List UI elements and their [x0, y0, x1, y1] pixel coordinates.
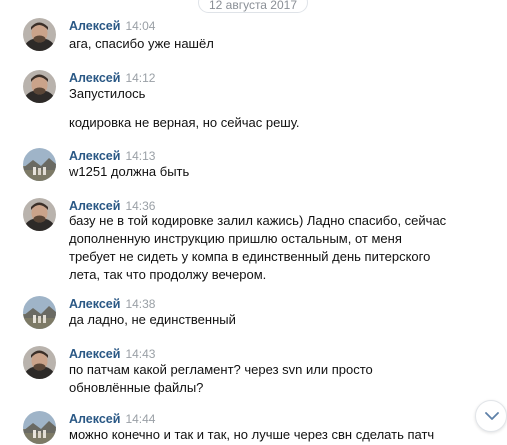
scroll-down-button[interactable] — [475, 400, 507, 432]
message-text: w1251 должна быть — [69, 164, 190, 179]
message-text: базу не в той кодировке залил кажись) Ла… — [69, 213, 447, 282]
message-item[interactable]: Алексей 14:12 Запустилось кодировка не ве… — [0, 70, 470, 134]
avatar[interactable] — [23, 411, 56, 444]
message-item[interactable]: Алексей 14:44 можно конечно и так и так, … — [0, 411, 470, 445]
message-time[interactable]: 14:38 — [125, 297, 155, 311]
avatar[interactable] — [23, 148, 56, 181]
avatar[interactable] — [23, 198, 56, 231]
message-time[interactable]: 14:43 — [125, 347, 155, 361]
message-text: ага, спасибо уже нашёл — [69, 36, 214, 51]
message-time[interactable]: 14:36 — [125, 199, 155, 213]
message-time[interactable]: 14:04 — [125, 19, 155, 33]
message-text: да ладно, не единственный — [69, 312, 236, 327]
avatar[interactable] — [23, 18, 56, 51]
date-divider: 12 августа 2017 — [198, 0, 308, 13]
message-time[interactable]: 14:44 — [125, 412, 155, 426]
author-name[interactable]: Алексей — [69, 19, 120, 33]
message-text: кодировка не верная, но сейчас решу. — [69, 115, 300, 130]
message-text: по патчам какой регламент? через svn или… — [69, 362, 373, 395]
message-item[interactable]: Алексей 14:13 w1251 должна быть — [0, 148, 470, 184]
message-item[interactable]: Алексей 14:38 да ладно, не единственный — [0, 296, 470, 332]
message-time[interactable]: 14:13 — [125, 149, 155, 163]
author-name[interactable]: Алексей — [69, 412, 120, 426]
message-time[interactable]: 14:12 — [125, 71, 155, 85]
message-item[interactable]: Алексей 14:43 по патчам какой регламент? … — [0, 346, 470, 395]
author-name[interactable]: Алексей — [69, 71, 120, 85]
message-item[interactable]: Алексей 14:04 ага, спасибо уже нашёл — [0, 18, 470, 54]
message-item[interactable]: Алексей 14:36 базу не в той кодировке зал… — [0, 198, 470, 282]
avatar[interactable] — [23, 346, 56, 379]
author-name[interactable]: Алексей — [69, 347, 120, 361]
message-text: можно конечно и так и так, но лучше чере… — [69, 427, 435, 442]
author-name[interactable]: Алексей — [69, 199, 120, 213]
author-name[interactable]: Алексей — [69, 297, 120, 311]
avatar[interactable] — [23, 70, 56, 103]
author-name[interactable]: Алексей — [69, 149, 120, 163]
chevron-down-icon — [485, 412, 499, 420]
avatar[interactable] — [23, 296, 56, 329]
message-text: Запустилось — [69, 86, 146, 101]
